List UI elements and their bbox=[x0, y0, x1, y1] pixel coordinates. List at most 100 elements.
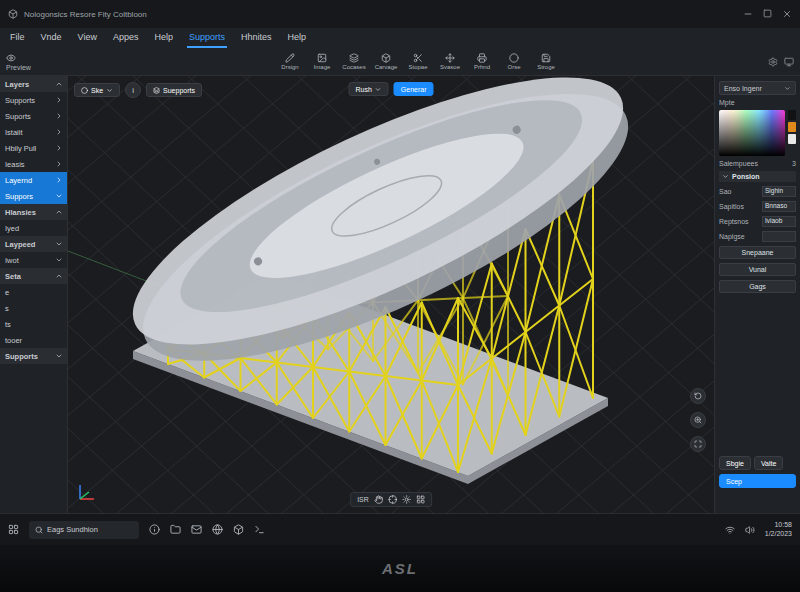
tool-icon bbox=[541, 53, 551, 63]
folder-icon[interactable] bbox=[170, 524, 181, 535]
menu-item[interactable]: Hhnites bbox=[239, 28, 274, 48]
start-icon[interactable] bbox=[8, 524, 19, 535]
chevron-down-icon bbox=[784, 85, 791, 92]
layer-item[interactable]: Layernd bbox=[0, 172, 67, 188]
wifi-icon[interactable] bbox=[725, 525, 735, 535]
terminal-icon[interactable] bbox=[254, 524, 265, 535]
mode-select[interactable]: Rush bbox=[348, 82, 388, 96]
layer-item[interactable]: s bbox=[0, 300, 67, 316]
preview-button[interactable]: Preview bbox=[6, 53, 68, 71]
color-swatch[interactable] bbox=[788, 122, 796, 132]
view-tool-label[interactable]: ISR bbox=[357, 496, 369, 503]
slicer-icon[interactable] bbox=[233, 524, 244, 535]
info-icon[interactable] bbox=[149, 524, 160, 535]
footer-chip[interactable]: Valte bbox=[754, 456, 783, 470]
color-swatch[interactable] bbox=[788, 134, 796, 144]
zoom-icon bbox=[694, 416, 702, 424]
pan-icon[interactable] bbox=[374, 495, 383, 504]
layer-item[interactable]: Suppors bbox=[0, 188, 67, 204]
generate-button[interactable]: Generar bbox=[394, 82, 434, 96]
property-field[interactable]: Sighin bbox=[762, 186, 796, 197]
property-row: SaoSighin bbox=[719, 186, 796, 197]
color-field[interactable] bbox=[719, 110, 785, 156]
monitor-icon[interactable] bbox=[784, 57, 794, 67]
layer-item[interactable]: Laypeed bbox=[0, 236, 67, 252]
menu-item[interactable]: File bbox=[8, 28, 27, 48]
tool-button[interactable]: Stopae bbox=[406, 53, 430, 70]
layer-item[interactable]: Supports bbox=[0, 92, 67, 108]
tool-button[interactable]: Orse bbox=[502, 53, 526, 70]
layer-item[interactable]: Suports bbox=[0, 108, 67, 124]
layer-item[interactable]: Hbily Pull bbox=[0, 140, 67, 156]
tool-button[interactable]: Svasoe bbox=[438, 53, 462, 70]
panel-button[interactable]: Vunal bbox=[719, 263, 796, 276]
taskbar-search[interactable]: Eags Sundhion bbox=[29, 521, 139, 539]
tool-icon bbox=[349, 53, 359, 63]
layer-item[interactable]: Hlansies bbox=[0, 204, 67, 220]
view-icon bbox=[81, 87, 88, 94]
primary-button[interactable]: Scep bbox=[719, 474, 796, 488]
layer-item[interactable]: ts bbox=[0, 316, 67, 332]
profile-select[interactable]: Enso Ingenr bbox=[719, 81, 796, 95]
viewport[interactable]: Skei Suepports Rush Generar ISR bbox=[68, 76, 714, 513]
chevron-down-icon bbox=[55, 192, 63, 200]
layer-item[interactable]: tooer bbox=[0, 332, 67, 348]
supports-button[interactable]: Suepports bbox=[146, 83, 202, 97]
layer-item[interactable]: Seta bbox=[0, 268, 67, 284]
menu-item[interactable]: Supports bbox=[187, 28, 227, 48]
layer-item[interactable]: Layers bbox=[0, 76, 67, 92]
clock[interactable]: 10:581/2/2023 bbox=[765, 521, 792, 538]
menu-item[interactable]: Appes bbox=[111, 28, 141, 48]
zoom-button[interactable] bbox=[690, 412, 706, 428]
fit-button[interactable] bbox=[690, 436, 706, 452]
layer-item[interactable]: Iyed bbox=[0, 220, 67, 236]
hull-model[interactable] bbox=[102, 76, 662, 413]
menu-item[interactable]: Help bbox=[286, 28, 309, 48]
menu-item[interactable]: Help bbox=[152, 28, 175, 48]
tool-button[interactable]: Drsign bbox=[278, 53, 302, 70]
layer-item[interactable]: Iwot bbox=[0, 252, 67, 268]
taskbar: Eags Sundhion 10:581/2/2023 bbox=[0, 513, 800, 545]
layer-item[interactable]: Istaiit bbox=[0, 124, 67, 140]
menu-item[interactable]: Vnde bbox=[39, 28, 64, 48]
property-field[interactable] bbox=[762, 231, 796, 242]
model-scene[interactable] bbox=[68, 76, 714, 513]
minimize-icon[interactable] bbox=[743, 9, 753, 19]
property-field[interactable]: Iviaob bbox=[762, 216, 796, 227]
tool-button[interactable]: Image bbox=[310, 53, 334, 70]
layer-item[interactable]: Ieasis bbox=[0, 156, 67, 172]
chevron-up-icon bbox=[55, 272, 63, 280]
property-row: Naplgse bbox=[719, 231, 796, 242]
tool-button[interactable]: Stroge bbox=[534, 53, 558, 70]
close-icon[interactable] bbox=[782, 9, 792, 19]
maximize-icon[interactable] bbox=[763, 9, 772, 18]
light-icon[interactable] bbox=[402, 495, 411, 504]
tool-button[interactable]: Cocases bbox=[342, 53, 366, 70]
layer-item[interactable]: e bbox=[0, 284, 67, 300]
view-select[interactable]: Ske bbox=[74, 83, 120, 97]
grid-icon[interactable] bbox=[416, 495, 425, 504]
mail-icon[interactable] bbox=[191, 524, 202, 535]
panel-button[interactable]: Gags bbox=[719, 280, 796, 293]
layer-item[interactable]: Supports bbox=[0, 348, 67, 364]
crosshair-icon[interactable] bbox=[388, 495, 397, 504]
panel-button[interactable]: Snepaane bbox=[719, 246, 796, 259]
gear-icon[interactable] bbox=[768, 57, 778, 67]
property-field[interactable]: Bnnaso bbox=[762, 201, 796, 212]
rotate-button[interactable] bbox=[690, 388, 706, 404]
browser-icon[interactable] bbox=[212, 524, 223, 535]
section-header[interactable]: Ponsion bbox=[719, 171, 796, 182]
chevron-right-icon bbox=[55, 160, 63, 168]
tool-button[interactable]: Carvage bbox=[374, 53, 398, 70]
footer-chip[interactable]: Sbgie bbox=[719, 456, 751, 470]
color-picker[interactable] bbox=[719, 110, 796, 156]
tool-icon bbox=[285, 53, 295, 63]
search-icon bbox=[35, 526, 43, 534]
color-swatch[interactable] bbox=[788, 110, 796, 120]
info-button[interactable]: i bbox=[125, 82, 141, 98]
build-grid bbox=[68, 76, 714, 513]
tool-button[interactable]: Prhnd bbox=[470, 53, 494, 70]
chevron-up-icon bbox=[55, 208, 63, 216]
volume-icon[interactable] bbox=[745, 525, 755, 535]
menu-item[interactable]: View bbox=[76, 28, 99, 48]
